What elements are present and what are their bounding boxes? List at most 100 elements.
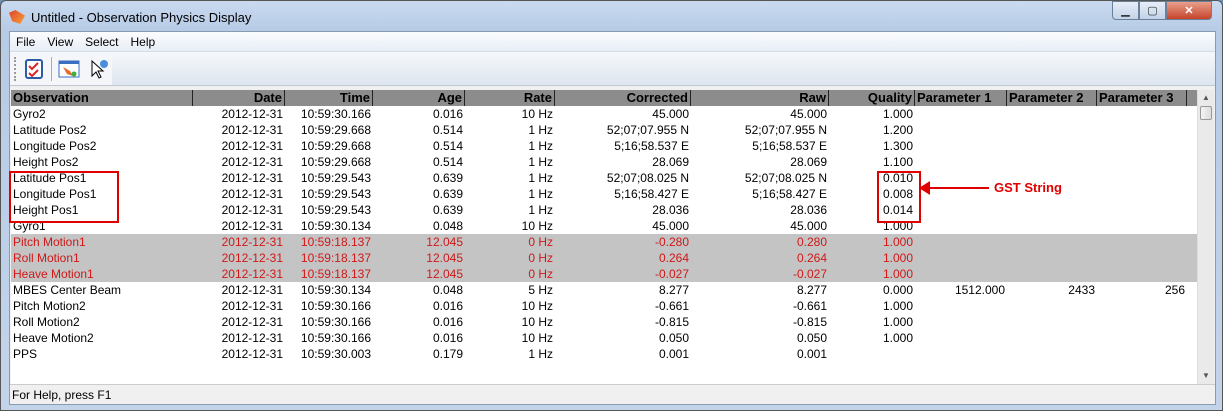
column-header-age[interactable]: Age — [373, 90, 465, 106]
cell-corrected: -0.661 — [654, 299, 689, 313]
close-button[interactable]: ✕ — [1166, 1, 1212, 20]
checklist-button[interactable] — [21, 56, 47, 82]
cell-rate: 1 Hz — [528, 347, 553, 361]
cell-date: 2012-12-31 — [221, 171, 283, 185]
column-header-parameter-1[interactable]: Parameter 1 — [915, 90, 1007, 106]
cell-parameter-3 — [1097, 170, 1187, 186]
cell-parameter-1 — [915, 106, 1007, 122]
cell-raw: 45.000 — [790, 219, 827, 233]
table-row[interactable]: Longitude Pos2 2012-12-31 10:59:29.668 0.51… — [11, 138, 1214, 154]
cell-date: 2012-12-31 — [221, 139, 283, 153]
toolbar-grip[interactable] — [14, 56, 17, 81]
cell-rate: 1 Hz — [528, 187, 553, 201]
cell-time: 10:59:30.166 — [300, 107, 371, 121]
cell-quality: 1.100 — [882, 155, 913, 169]
column-header-rate[interactable]: Rate — [465, 90, 555, 106]
cell-age: 0.179 — [432, 347, 463, 361]
table-row[interactable]: Height Pos2 2012-12-31 10:59:29.668 0.514 1 … — [11, 154, 1214, 170]
cell-rate: 10 Hz — [521, 219, 553, 233]
column-header-raw[interactable]: Raw — [691, 90, 829, 106]
table-body: Gyro2 2012-12-31 10:59:30.166 0.016 10 Hz 45.… — [11, 106, 1214, 362]
cell-date: 2012-12-31 — [221, 299, 283, 313]
cell-date: 2012-12-31 — [221, 315, 283, 329]
cell-age: 12.045 — [426, 267, 463, 281]
cell-parameter-2 — [1007, 154, 1097, 170]
scroll-down-icon[interactable]: ▼ — [1198, 368, 1214, 384]
cell-age: 0.016 — [432, 299, 463, 313]
cell-observation: Height Pos2 — [13, 155, 79, 169]
cell-time: 10:59:30.134 — [300, 283, 371, 297]
cell-parameter-1 — [915, 218, 1007, 234]
annotation-label: GST String — [994, 180, 1062, 195]
column-header-observation[interactable]: Observation — [11, 90, 193, 106]
cell-corrected: -0.815 — [654, 315, 689, 329]
cell-quality: 1.000 — [882, 299, 913, 313]
cell-parameter-3 — [1097, 234, 1187, 250]
column-header-corrected[interactable]: Corrected — [555, 90, 691, 106]
cell-age: 12.045 — [426, 251, 463, 265]
cell-time: 10:59:18.137 — [300, 267, 371, 281]
cell-observation: Gyro2 — [13, 107, 46, 121]
cell-raw: -0.027 — [792, 267, 827, 281]
vertical-scrollbar[interactable]: ▲ ▼ — [1197, 90, 1214, 384]
cell-time: 10:59:30.003 — [300, 347, 371, 361]
cell-time: 10:59:29.543 — [300, 203, 371, 217]
table-row[interactable]: Pitch Motion1 2012-12-31 10:59:18.137 12.04… — [11, 234, 1214, 250]
table-row[interactable]: MBES Center Beam 2012-12-31 10:59:30.134 0.… — [11, 282, 1214, 298]
cell-parameter-2 — [1007, 138, 1097, 154]
table-row[interactable]: Latitude Pos2 2012-12-31 10:59:29.668 0.514… — [11, 122, 1214, 138]
display-window-button[interactable] — [56, 56, 82, 82]
table-row[interactable]: PPS 2012-12-31 10:59:30.003 0.179 1 Hz 0.001 0… — [11, 346, 1214, 362]
table-row[interactable]: Heave Motion1 2012-12-31 10:59:18.137 12.04… — [11, 266, 1214, 282]
table-row[interactable]: Roll Motion2 2012-12-31 10:59:30.166 0.016 1… — [11, 314, 1214, 330]
cell-time: 10:59:18.137 — [300, 235, 371, 249]
maximize-button[interactable]: ▢ — [1139, 1, 1166, 20]
cell-parameter-1 — [915, 330, 1007, 346]
table-row[interactable]: Gyro2 2012-12-31 10:59:30.166 0.016 10 Hz 45.… — [11, 106, 1214, 122]
cell-observation: Pitch Motion2 — [13, 299, 86, 313]
cell-age: 0.639 — [432, 171, 463, 185]
cell-parameter-3 — [1097, 330, 1187, 346]
menu-select[interactable]: Select — [79, 35, 124, 49]
cell-parameter-3 — [1097, 122, 1187, 138]
scroll-up-icon[interactable]: ▲ — [1198, 90, 1214, 106]
cell-age: 0.514 — [432, 139, 463, 153]
cell-age: 0.639 — [432, 187, 463, 201]
table-row[interactable]: Gyro1 2012-12-31 10:59:30.134 0.048 10 Hz 45.… — [11, 218, 1214, 234]
cell-age: 0.048 — [432, 219, 463, 233]
cell-corrected: 28.036 — [652, 203, 689, 217]
table-row[interactable]: Heave Motion2 2012-12-31 10:59:30.166 0.016… — [11, 330, 1214, 346]
column-header-date[interactable]: Date — [193, 90, 285, 106]
cell-corrected: 45.000 — [652, 219, 689, 233]
cell-date: 2012-12-31 — [221, 331, 283, 345]
toolbar — [10, 52, 1215, 86]
cell-observation: Pitch Motion1 — [13, 235, 86, 249]
table-row[interactable]: Pitch Motion2 2012-12-31 10:59:30.166 0.016… — [11, 298, 1214, 314]
cell-raw: 45.000 — [790, 107, 827, 121]
menu-help[interactable]: Help — [125, 35, 162, 49]
table-row[interactable]: Roll Motion1 2012-12-31 10:59:18.137 12.045… — [11, 250, 1214, 266]
title-bar: Untitled - Observation Physics Display — [9, 7, 251, 27]
scroll-thumb[interactable] — [1200, 106, 1212, 120]
annotation-box-quality — [877, 171, 921, 223]
cell-observation: Latitude Pos2 — [13, 123, 87, 137]
cell-parameter-3 — [1097, 346, 1187, 362]
menu-view[interactable]: View — [41, 35, 79, 49]
cell-corrected: 45.000 — [652, 107, 689, 121]
help-pointer-button[interactable] — [86, 56, 112, 82]
cell-corrected: -0.027 — [654, 267, 689, 281]
minimize-button[interactable]: ▁ — [1112, 1, 1139, 20]
cell-parameter-2 — [1007, 314, 1097, 330]
menu-file[interactable]: File — [10, 35, 41, 49]
column-header-parameter-3[interactable]: Parameter 3 — [1097, 90, 1187, 106]
annotation-box-positions — [9, 171, 119, 223]
cell-corrected: 52;07;08.025 N — [606, 171, 689, 185]
cell-corrected: 0.264 — [658, 251, 689, 265]
table-row[interactable]: Height Pos1 2012-12-31 10:59:29.543 0.639 1 … — [11, 202, 1214, 218]
cell-parameter-1 — [915, 154, 1007, 170]
column-header-parameter-2[interactable]: Parameter 2 — [1007, 90, 1097, 106]
display-window-icon — [58, 60, 80, 77]
cell-age: 0.514 — [432, 123, 463, 137]
column-header-quality[interactable]: Quality — [829, 90, 915, 106]
column-header-time[interactable]: Time — [285, 90, 373, 106]
